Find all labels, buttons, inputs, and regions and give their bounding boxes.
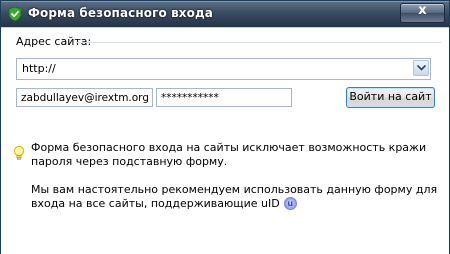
password-input[interactable] xyxy=(157,89,291,106)
group-divider xyxy=(76,42,441,43)
login-field[interactable] xyxy=(16,88,153,107)
uid-badge-letter: u xyxy=(287,198,294,208)
password-field[interactable] xyxy=(156,88,292,107)
login-button[interactable]: Войти на сайт xyxy=(346,87,435,108)
login-input[interactable] xyxy=(17,89,152,106)
dropdown-button[interactable] xyxy=(413,60,429,76)
title-bar[interactable]: Форма безопасного входа x xyxy=(1,1,449,27)
window-content: Адрес сайта: http:// Войти на сайт Форма… xyxy=(1,27,449,254)
shield-check-icon xyxy=(8,6,22,22)
url-value[interactable]: http:// xyxy=(22,62,56,75)
info-text-recommendation: Мы вам настоятельно рекомендуем использо… xyxy=(31,183,441,211)
lightbulb-icon xyxy=(13,145,25,160)
uid-badge-icon: u xyxy=(283,196,297,210)
info-text-security: Форма безопасного входа на сайты исключа… xyxy=(31,141,427,168)
secure-login-window: Форма безопасного входа x Адрес сайта: h… xyxy=(0,0,450,254)
window-title: Форма безопасного входа xyxy=(28,6,213,20)
url-combobox[interactable]: http:// xyxy=(16,58,431,80)
info-text-recommendation-body: Мы вам настоятельно рекомендуем использо… xyxy=(31,183,438,210)
chevron-down-icon xyxy=(417,65,426,71)
close-icon: x xyxy=(418,3,427,18)
close-button[interactable]: x xyxy=(400,3,445,23)
